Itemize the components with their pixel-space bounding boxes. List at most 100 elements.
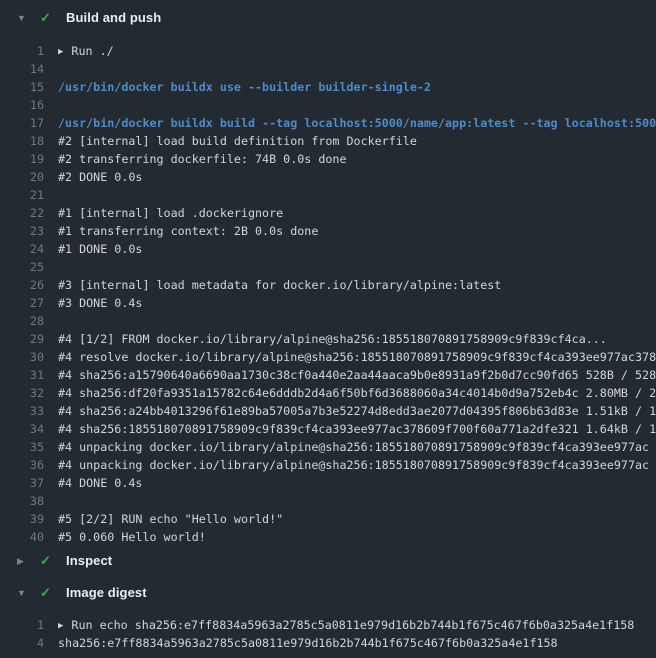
log-line: 1 ▶Run echo sha256:e7ff8834a5963a2785c5a… — [0, 616, 656, 634]
collapse-chevron-icon[interactable]: ▼ — [17, 584, 29, 602]
play-icon[interactable]: ▶ — [58, 43, 63, 60]
line-number[interactable]: 21 — [0, 186, 44, 204]
section-header-build-and-push[interactable]: ▼ ✓ Build and push — [0, 9, 656, 27]
log-line: 25 — [0, 258, 656, 276]
line-number[interactable]: 19 — [0, 150, 44, 168]
log-line: 19 #2 transferring dockerfile: 74B 0.0s … — [0, 150, 656, 168]
section-header-image-digest[interactable]: ▼ ✓ Image digest — [0, 584, 656, 602]
log-line: 24 #1 DONE 0.0s — [0, 240, 656, 258]
line-number[interactable]: 23 — [0, 222, 44, 240]
line-content: #5 0.060 Hello world! — [44, 528, 206, 546]
log-line: 18 #2 [internal] load build definition f… — [0, 132, 656, 150]
line-number[interactable]: 28 — [0, 312, 44, 330]
play-icon[interactable]: ▶ — [58, 617, 63, 634]
log-line: 34 #4 sha256:185518070891758909c9f839cf4… — [0, 420, 656, 438]
line-number[interactable]: 34 — [0, 420, 44, 438]
log-line: 4 sha256:e7ff8834a5963a2785c5a0811e979d1… — [0, 634, 656, 652]
line-content — [44, 492, 58, 510]
log-line: 22 #1 [internal] load .dockerignore — [0, 204, 656, 222]
line-content: Using builder instance builder-single-2 — [44, 60, 332, 78]
success-check-icon: ✓ — [40, 9, 55, 27]
line-number[interactable]: 26 — [0, 276, 44, 294]
line-number[interactable]: 14 — [0, 60, 44, 78]
line-content: ▶Run echo sha256:e7ff8834a5963a2785c5a08… — [44, 616, 634, 634]
section-header-inspect[interactable]: ▶ ✓ Inspect — [0, 552, 656, 570]
log-line: 38 — [0, 492, 656, 510]
line-content: #2 transferring dockerfile: 74B 0.0s don… — [44, 150, 347, 168]
log-line: 30 #4 resolve docker.io/library/alpine@s… — [0, 348, 656, 366]
line-content: Starting build... — [44, 96, 178, 114]
line-number[interactable]: 27 — [0, 294, 44, 312]
line-content: #4 sha256:a24bb4013296f61e89ba57005a7b3e… — [44, 402, 656, 420]
line-content — [44, 312, 58, 330]
line-number[interactable]: 35 — [0, 438, 44, 456]
line-number[interactable]: 31 — [0, 366, 44, 384]
line-number[interactable]: 29 — [0, 330, 44, 348]
line-number[interactable]: 33 — [0, 402, 44, 420]
log-line: 15 /usr/bin/docker buildx use --builder … — [0, 78, 656, 96]
line-content: #3 DONE 0.4s — [44, 294, 142, 312]
line-number[interactable]: 37 — [0, 474, 44, 492]
line-number[interactable]: 22 — [0, 204, 44, 222]
line-content: #1 transferring context: 2B 0.0s done — [44, 222, 318, 240]
line-number[interactable]: 40 — [0, 528, 44, 546]
line-number[interactable]: 36 — [0, 456, 44, 474]
line-content: #1 DONE 0.0s — [44, 240, 142, 258]
section-title: Image digest — [66, 584, 147, 602]
collapse-chevron-icon[interactable]: ▼ — [17, 9, 29, 27]
log-line: 33 #4 sha256:a24bb4013296f61e89ba57005a7… — [0, 402, 656, 420]
line-content: #2 [internal] load build definition from… — [44, 132, 417, 150]
line-number[interactable]: 25 — [0, 258, 44, 276]
line-number[interactable]: 20 — [0, 168, 44, 186]
line-number[interactable]: 38 — [0, 492, 44, 510]
line-content: #4 unpacking docker.io/library/alpine@sh… — [44, 456, 649, 474]
log-line: 28 — [0, 312, 656, 330]
section-title: Build and push — [66, 9, 161, 27]
line-content: #3 [internal] load metadata for docker.i… — [44, 276, 501, 294]
line-content: #4 [1/2] FROM docker.io/library/alpine@s… — [44, 330, 607, 348]
line-number[interactable]: 39 — [0, 510, 44, 528]
line-number[interactable]: 16 — [0, 96, 44, 114]
log-line: 35 #4 unpacking docker.io/library/alpine… — [0, 438, 656, 456]
log-line: 29 #4 [1/2] FROM docker.io/library/alpin… — [0, 330, 656, 348]
line-number[interactable]: 4 — [0, 634, 44, 652]
line-number[interactable]: 30 — [0, 348, 44, 366]
line-number[interactable]: 32 — [0, 384, 44, 402]
line-content: #1 [internal] load .dockerignore — [44, 204, 283, 222]
section-log-lines: 1 ▶Run echo sha256:e7ff8834a5963a2785c5a… — [0, 616, 656, 652]
line-content: #4 resolve docker.io/library/alpine@sha2… — [44, 348, 656, 366]
log-line: 17 /usr/bin/docker buildx build --tag lo… — [0, 114, 656, 132]
log-line: 26 #3 [internal] load metadata for docke… — [0, 276, 656, 294]
collapse-chevron-icon[interactable]: ▶ — [17, 552, 29, 570]
log-line: 21 — [0, 186, 656, 204]
log-line: 36 #4 unpacking docker.io/library/alpine… — [0, 456, 656, 474]
line-content: #4 sha256:a15790640a6690aa1730c38cf0a440… — [44, 366, 656, 384]
log-line: 37 #4 DONE 0.4s — [0, 474, 656, 492]
line-number[interactable]: 1 — [0, 616, 44, 634]
log-line: 1 ▶Run ./ — [0, 42, 656, 60]
success-check-icon: ✓ — [40, 584, 55, 602]
log-line: 39 #5 [2/2] RUN echo "Hello world!" — [0, 510, 656, 528]
line-content: #4 sha256:df20fa9351a15782c64e6dddb2d4a6… — [44, 384, 656, 402]
line-number[interactable]: 18 — [0, 132, 44, 150]
line-number[interactable]: 1 — [0, 42, 44, 60]
line-content: /usr/bin/docker buildx build --tag local… — [44, 114, 656, 132]
line-number[interactable]: 24 — [0, 240, 44, 258]
log-line: 32 #4 sha256:df20fa9351a15782c64e6dddb2d… — [0, 384, 656, 402]
line-content: sha256:e7ff8834a5963a2785c5a0811e979d16b… — [44, 634, 558, 652]
success-check-icon: ✓ — [40, 552, 55, 570]
line-content: #5 [2/2] RUN echo "Hello world!" — [44, 510, 283, 528]
log-line: 16 Starting build... — [0, 96, 656, 114]
line-number[interactable]: 17 — [0, 114, 44, 132]
section-title: Inspect — [66, 552, 112, 570]
line-content: /usr/bin/docker buildx use --builder bui… — [44, 78, 431, 96]
log-line: 23 #1 transferring context: 2B 0.0s done — [0, 222, 656, 240]
line-content: ▶Run ./ — [44, 42, 114, 60]
line-content: #4 sha256:185518070891758909c9f839cf4ca3… — [44, 420, 656, 438]
line-number[interactable]: 15 — [0, 78, 44, 96]
section-log-lines: 1 ▶Run ./ 14 Using builder instance buil… — [0, 42, 656, 546]
line-content: #4 DONE 0.4s — [44, 474, 142, 492]
log-line: 27 #3 DONE 0.4s — [0, 294, 656, 312]
log-line: 14 Using builder instance builder-single… — [0, 60, 656, 78]
line-content — [44, 186, 58, 204]
